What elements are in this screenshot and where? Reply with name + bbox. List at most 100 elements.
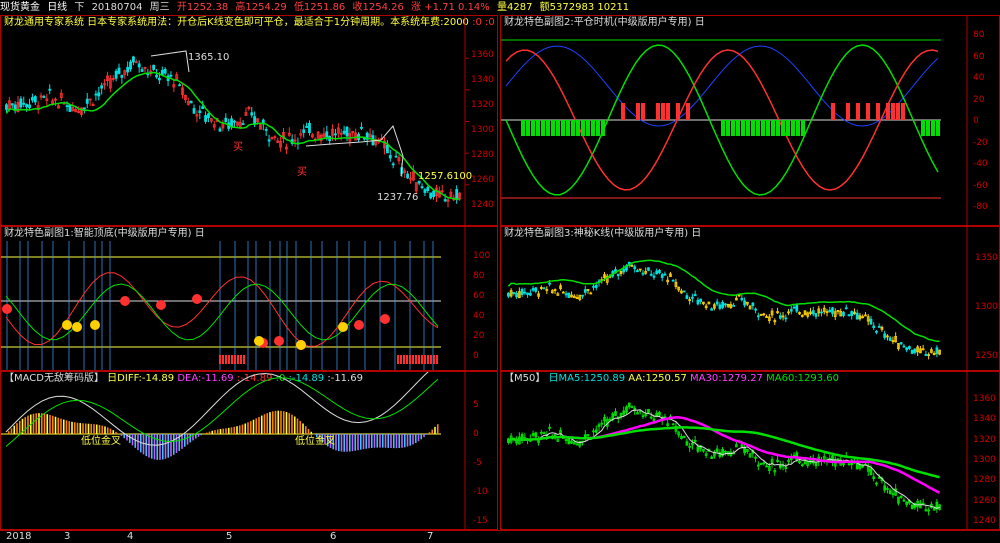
sub2-blue-line xyxy=(505,45,939,127)
sub1-bottom-dot xyxy=(338,322,348,332)
sub2-green-signal xyxy=(571,120,575,136)
sub2-green-signal xyxy=(926,120,930,136)
sub3-candle-body xyxy=(564,293,568,296)
sub1-red-bar xyxy=(430,355,432,364)
weekday-label: 周三 xyxy=(149,2,170,13)
m50-candle-body xyxy=(671,423,675,426)
sub3-candle-body xyxy=(652,275,656,278)
sub3-candle-body xyxy=(710,308,714,311)
m50-candle-body xyxy=(691,443,694,446)
m50-candle-body xyxy=(888,490,892,494)
axis-tick-label: 80 xyxy=(973,30,985,40)
sub3-candle-body xyxy=(691,296,694,299)
m50-candle-body xyxy=(597,424,601,427)
sub1-red-bar xyxy=(240,355,242,364)
main-candle-body xyxy=(233,120,236,123)
sub1-top-dot xyxy=(380,314,390,324)
main-candle-body xyxy=(420,186,424,189)
axis-tick-label: 0 xyxy=(973,116,979,126)
macd-chart xyxy=(1,372,466,529)
sub1-panel[interactable]: 财龙特色副图1:智能顶底(中级版用户专用) 日 100 80 60 40 20 0 xyxy=(0,226,498,371)
main-candle-body xyxy=(169,74,173,77)
main-candle-body xyxy=(42,96,46,98)
period-label[interactable]: 日线 xyxy=(47,0,67,15)
sub2-green-signal xyxy=(596,120,600,136)
sub2-green-signal xyxy=(781,120,785,136)
sub2-red-signal xyxy=(896,103,900,120)
main-candle-body xyxy=(132,56,135,63)
sub2-red-signal xyxy=(856,103,860,120)
main-candle-body xyxy=(160,69,164,76)
m50-candle-body xyxy=(814,462,818,467)
sub3-candle-body xyxy=(935,347,939,355)
m50-candle-body xyxy=(647,408,650,413)
main-candle-body xyxy=(85,98,89,104)
sub2-green-signal xyxy=(766,120,770,136)
m50-candle-body xyxy=(658,412,661,416)
sub2-green-signal xyxy=(751,120,755,136)
sub3-candle-body xyxy=(699,298,703,302)
m50-candle-body xyxy=(847,463,851,466)
m50-candle-body xyxy=(883,485,887,491)
main-candle-body xyxy=(267,139,271,142)
time-label-7: 7 xyxy=(427,531,434,542)
m50-candle-body xyxy=(740,444,744,447)
axis-tick-label: -5 xyxy=(473,458,482,468)
close-price: 收1254.26 xyxy=(352,2,404,13)
sub2-green-signal xyxy=(576,120,580,136)
axis-tick-label: 1300 xyxy=(471,125,494,135)
m50-panel[interactable]: 【M50】 日MA5:1250.89 AA:1250.57 MA30:1279.… xyxy=(500,371,1000,530)
sub3-candle-body xyxy=(743,300,746,306)
sub1-bottom-dot xyxy=(296,340,306,350)
sub3-candle-body xyxy=(671,279,675,282)
sub2-green-signal xyxy=(541,120,545,136)
sub3-candle-body xyxy=(523,291,527,294)
main-candle-body xyxy=(19,98,23,108)
sub1-red-bar xyxy=(424,355,426,364)
sub2-panel[interactable]: 财龙特色副图2:平仓时机(中级版用户专用) 日 80 60 40 20 0 -20 -40-… xyxy=(500,15,1000,226)
main-candle-body xyxy=(28,104,31,109)
sub3-candle-body xyxy=(784,317,788,320)
m50-candle-body xyxy=(649,416,653,419)
m50-chart xyxy=(507,372,968,529)
main-candle-body xyxy=(201,106,205,110)
sub2-green-signal xyxy=(601,120,605,136)
sub1-red-bar xyxy=(415,355,417,364)
macd-panel[interactable]: 【MACD无敌筹码版】 日DIFF:-14.89 DEA:-11.69 :-14… xyxy=(0,371,498,530)
axis-tick-label: 1340 xyxy=(973,414,996,425)
sub3-candle-body xyxy=(751,302,755,307)
sub2-red-signal xyxy=(661,103,665,120)
axis-tick-label: 1300 xyxy=(975,302,998,312)
sub2-green-signal xyxy=(531,120,535,136)
sub3-panel[interactable]: 财龙特色副图3:神秘K线(中级版用户专用) 日 1350 1300 1250 xyxy=(500,226,1000,371)
sub3-candle-body xyxy=(531,288,535,291)
main-candle-body xyxy=(100,85,104,89)
main-candle-body xyxy=(140,69,144,72)
axis-tick-label: 40 xyxy=(473,311,485,321)
sub3-candle-body xyxy=(814,313,818,317)
sub1-top-dot xyxy=(354,320,364,330)
main-candle-body xyxy=(204,115,207,122)
sub1-red-bar xyxy=(219,355,221,364)
m50-candle-body xyxy=(614,411,617,416)
sub3-candle-body xyxy=(908,346,911,349)
main-candle-body xyxy=(120,74,124,78)
sub3-candle-body xyxy=(548,282,551,285)
main-candle-body xyxy=(302,129,306,133)
sub3-candle-body xyxy=(581,294,584,297)
sub1-red-bar xyxy=(397,355,399,364)
sub2-red-signal xyxy=(891,103,895,120)
main-kline-panel[interactable]: 财龙通用专家系统 日本专家系统用法：开仓后K线变色即可平仓，最适合于1分钟周期。… xyxy=(0,15,498,226)
sub2-red-signal xyxy=(866,103,870,120)
axis-tick-label: -40 xyxy=(973,159,988,169)
m50-candle-body xyxy=(685,441,689,446)
symbol-name[interactable]: 现货黄金 xyxy=(0,0,40,15)
sub2-red-signal xyxy=(676,103,680,120)
sub3-candle-body xyxy=(792,306,796,309)
sub3-candle-body xyxy=(778,315,782,319)
m50-candle-body xyxy=(696,446,700,452)
sub2-red-signal xyxy=(641,103,645,120)
sub3-candle-body xyxy=(526,292,529,295)
sub3-candle-body xyxy=(828,309,832,313)
main-candle-body xyxy=(137,63,141,68)
